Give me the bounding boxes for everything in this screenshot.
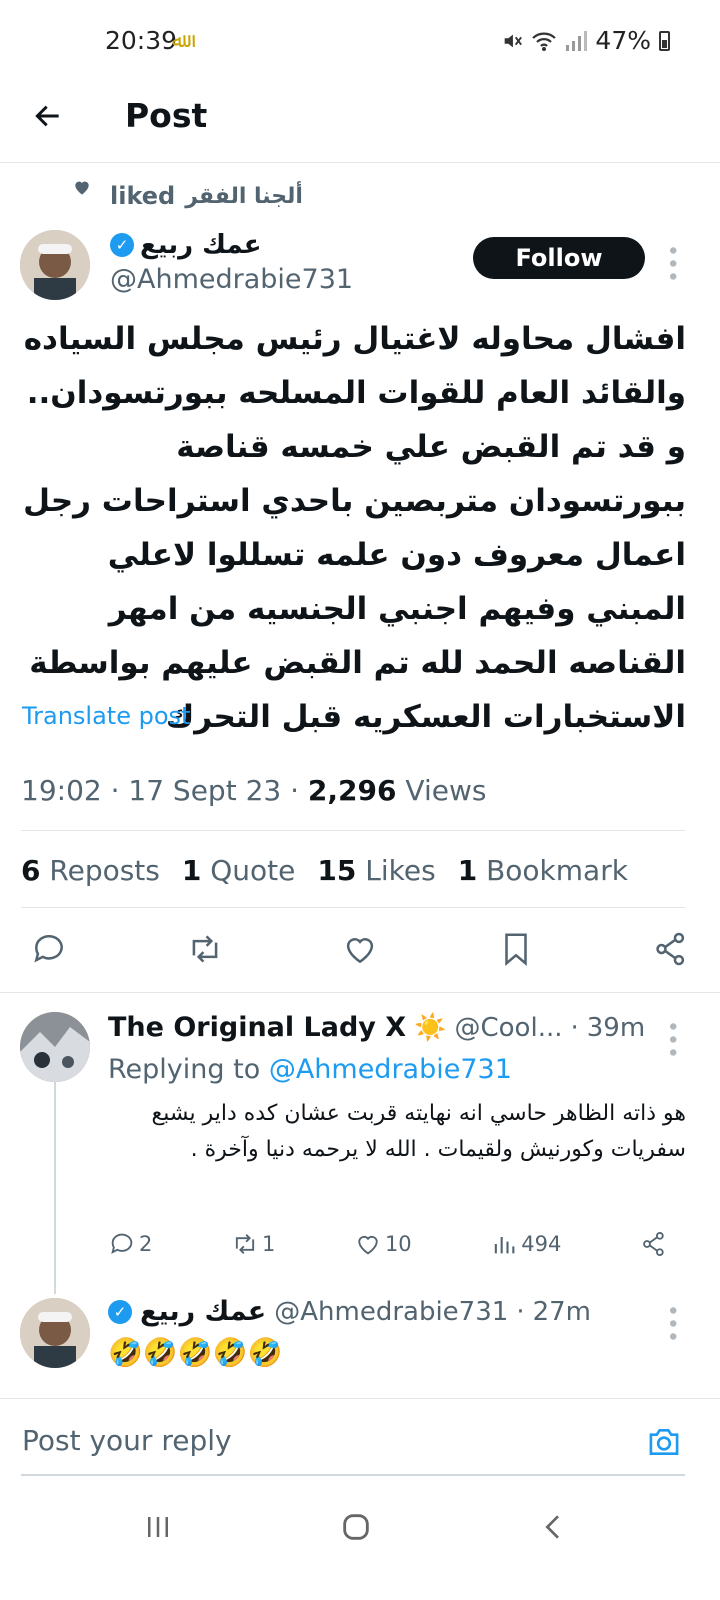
reply2-time: 27m: [532, 1296, 591, 1327]
bookmark-count: 1: [457, 854, 478, 887]
reply-like-button[interactable]: 10: [354, 1230, 412, 1258]
back-button[interactable]: [28, 96, 68, 136]
tweet-time: 19:02: [21, 774, 102, 807]
author-handle[interactable]: @Ahmedrabie731: [110, 264, 353, 295]
quote-count: 1: [181, 854, 202, 887]
reply-icon[interactable]: [30, 930, 68, 968]
reply-avatar[interactable]: [20, 1012, 90, 1082]
reply-text: هو ذاته الظاهر حاسي انه نهايته قربت عشان…: [151, 1101, 686, 1162]
engagement-stats: 6 Reposts 1 Quote 15 Likes 1 Bookmark: [21, 854, 628, 887]
sun-emoji: ☀️: [414, 1012, 447, 1043]
status-time: 20:39: [105, 26, 178, 55]
status-calligraphy-icon: ﷲ: [172, 28, 184, 52]
heart-filled-icon: [75, 181, 89, 195]
translate-post-link[interactable]: Translate post: [22, 702, 190, 730]
reply-composer: Post your reply: [0, 1398, 720, 1478]
meta-divider: [21, 830, 685, 831]
reply-author-handle[interactable]: @Cool...: [455, 1013, 563, 1043]
likes-label: Likes: [365, 854, 436, 887]
reply-repost-button[interactable]: 1: [231, 1230, 275, 1258]
replying-prefix: Replying to: [108, 1054, 261, 1085]
verified-badge-icon: ✓: [108, 1299, 132, 1324]
views-label: Views: [405, 774, 487, 807]
camera-icon[interactable]: [646, 1426, 682, 1458]
mute-icon: [505, 34, 523, 47]
battery-icon: [659, 30, 670, 51]
reply-more-icon[interactable]: •••: [659, 1020, 684, 1059]
bookmark-icon[interactable]: [497, 930, 535, 968]
bookmark-label: Bookmark: [486, 854, 628, 887]
likes-stat[interactable]: 15 Likes: [317, 854, 435, 887]
repost-icon: [235, 1234, 255, 1254]
reply-views-count: 494: [521, 1232, 562, 1256]
reply-author-name[interactable]: The Original Lady X: [108, 1012, 406, 1043]
likes-count: 15: [317, 854, 357, 887]
reply-input[interactable]: Post your reply: [22, 1424, 232, 1457]
share-icon[interactable]: [652, 930, 690, 968]
reply-time: 39m: [586, 1012, 646, 1043]
page-title: Post: [125, 96, 208, 135]
reply-header: The Original Lady X ☀️ @Cool... · 39m: [108, 1012, 646, 1043]
more-options-icon[interactable]: •••: [659, 244, 684, 283]
reply2-more-icon[interactable]: •••: [659, 1304, 684, 1343]
author-name: عمك ربيع: [140, 230, 262, 260]
avatar-photo: [20, 230, 90, 300]
status-right: 47%: [501, 26, 670, 55]
avatar-photo: [20, 1298, 90, 1368]
recent-apps-icon[interactable]: [143, 1512, 173, 1542]
author-name-row[interactable]: ✓ عمك ربيع: [110, 230, 262, 260]
back-arrow-icon: [35, 105, 59, 127]
author-avatar[interactable]: [20, 230, 90, 300]
reply-avatar-photo: [20, 1012, 90, 1082]
reply2-author-name[interactable]: عمك ربيع: [140, 1296, 266, 1327]
wifi-icon: [532, 32, 557, 51]
verified-badge-icon: ✓: [110, 233, 134, 257]
reply-likes-count: 10: [384, 1232, 412, 1256]
reposts-label: Reposts: [49, 854, 160, 887]
reply2-author-handle[interactable]: @Ahmedrabie731: [274, 1297, 508, 1327]
home-icon[interactable]: [339, 1510, 373, 1544]
like-icon: [358, 1235, 378, 1255]
back-nav-icon[interactable]: [538, 1510, 570, 1544]
quotes-stat[interactable]: 1 Quote: [182, 854, 296, 887]
social-name: ألجنا الفقر: [185, 183, 303, 209]
follow-button[interactable]: Follow: [473, 237, 645, 279]
composer-underline: [21, 1474, 685, 1476]
social-action: liked: [110, 182, 176, 210]
bookmarks-stat[interactable]: 1 Bookmark: [458, 854, 628, 887]
header-divider: [0, 162, 720, 163]
reply2-header: ✓ عمك ربيع @Ahmedrabie731 · 27m: [108, 1296, 591, 1327]
tweet-action-bar: [30, 930, 690, 968]
signal-icon: [566, 30, 588, 51]
repost-icon[interactable]: [186, 930, 224, 968]
reply-reposts-count: 1: [261, 1232, 276, 1256]
replying-to: Replying to @Ahmedrabie731: [108, 1054, 512, 1085]
reply-replies-count: 2: [139, 1232, 153, 1256]
reply-icon: [111, 1233, 133, 1254]
thread-line: [54, 1082, 56, 1294]
stats-divider: [21, 907, 685, 908]
actions-divider: [0, 992, 720, 993]
tweet-date: 17 Sept 23: [128, 774, 282, 807]
views-icon: [495, 1237, 515, 1254]
like-icon[interactable]: [341, 930, 379, 968]
reply2-avatar[interactable]: [20, 1298, 90, 1368]
reposts-count: 6: [21, 854, 41, 887]
replying-to-handle[interactable]: @Ahmedrabie731: [269, 1054, 512, 1085]
share-icon[interactable]: [640, 1230, 668, 1258]
tweet-text: افشال محاوله لاغتيال رئيس مجلس السياده و…: [23, 321, 686, 735]
tweet-meta: 19:02 · 17 Sept 23 · 2,296 Views: [21, 774, 487, 807]
views-count: 2,296: [307, 774, 397, 807]
reply-action-bar: 2 1 10 494: [108, 1230, 668, 1258]
composer-top-divider: [0, 1398, 720, 1399]
battery-percent: 47%: [595, 26, 651, 55]
system-nav-bar: [0, 1480, 720, 1600]
reply-reply-button[interactable]: 2: [108, 1230, 152, 1258]
reply2-text: 🤣🤣🤣🤣🤣: [108, 1336, 283, 1369]
social-context[interactable]: liked ألجنا الفقر: [72, 181, 303, 210]
reply-views-button[interactable]: 494: [490, 1230, 561, 1258]
reposts-stat[interactable]: 6 Reposts: [21, 854, 160, 887]
quote-label: Quote: [210, 854, 296, 887]
